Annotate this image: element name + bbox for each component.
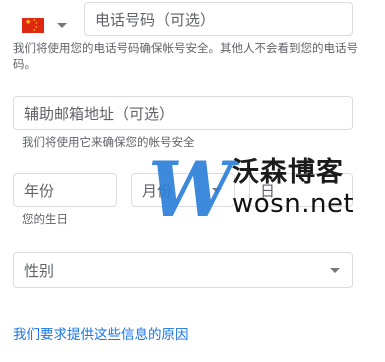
- phone-input[interactable]: 电话号码（可选）: [84, 2, 353, 36]
- china-flag-icon: ★ ★ ★ ★ ★: [22, 17, 44, 33]
- chevron-down-icon: [330, 268, 340, 273]
- phone-placeholder: 电话号码（可选）: [95, 10, 216, 29]
- watermark-brand-name: 沃森博客: [232, 157, 344, 188]
- chevron-down-icon: [57, 22, 67, 28]
- gender-select[interactable]: 性别: [13, 252, 353, 288]
- watermark-domain: wosn.net: [232, 189, 355, 219]
- watermark-logo-icon: W: [148, 145, 234, 234]
- why-info-link[interactable]: 我们要求提供这些信息的原因: [13, 323, 189, 343]
- recovery-email-placeholder: 辅助邮箱地址（可选）: [24, 104, 175, 123]
- recovery-email-input[interactable]: 辅助邮箱地址（可选）: [13, 96, 353, 130]
- birthday-helper-text: 您的生日: [22, 212, 68, 226]
- birth-year-input[interactable]: 年份: [13, 173, 117, 207]
- country-selector[interactable]: ★ ★ ★ ★ ★: [22, 14, 74, 36]
- birth-year-placeholder: 年份: [24, 181, 55, 200]
- gender-placeholder: 性别: [24, 261, 55, 280]
- phone-helper-text: 我们将使用您的电话号码确保帐号安全。其他人不会看到您的电话号码。: [13, 41, 358, 71]
